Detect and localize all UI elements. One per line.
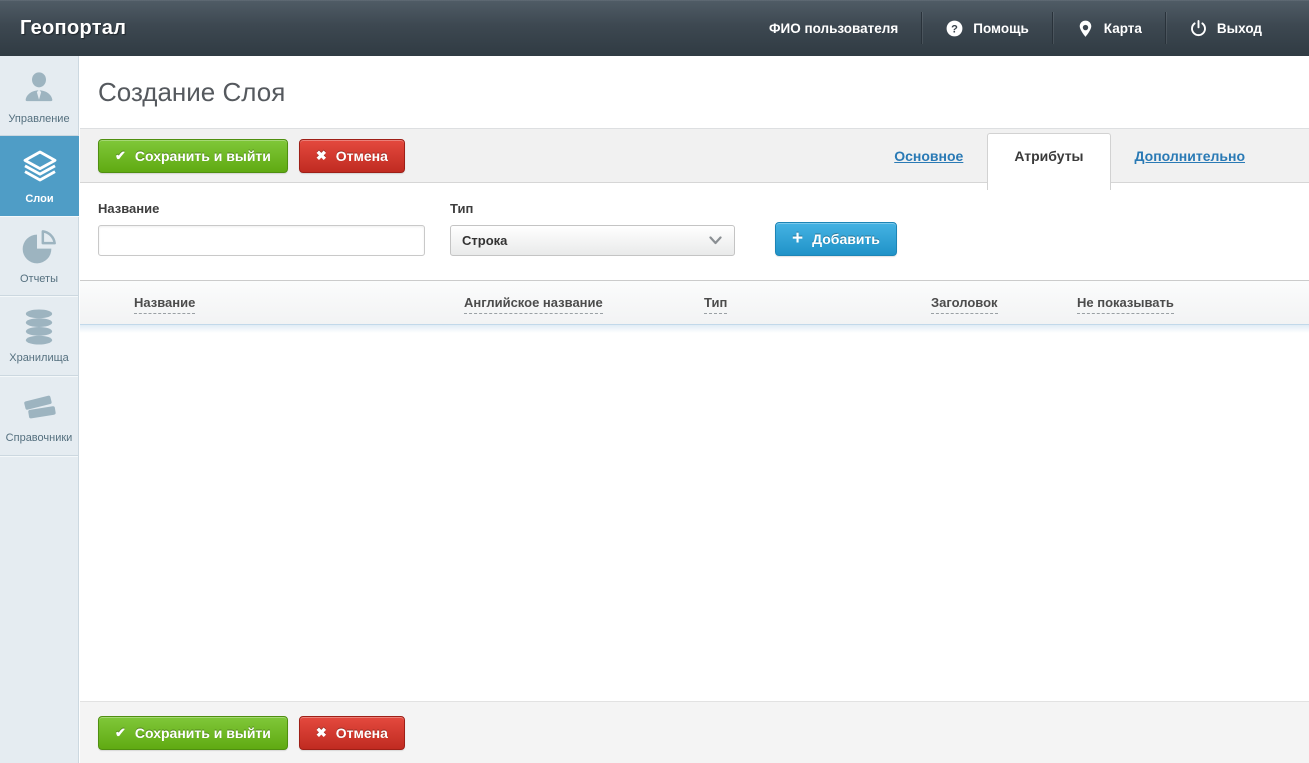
tab-attributes[interactable]: Атрибуты — [987, 133, 1110, 190]
header-nav: ФИО пользователя ? Помощь Карта Выход — [746, 0, 1309, 56]
cross-icon: ✖ — [316, 726, 327, 739]
sidebar-item-label: Слои — [25, 194, 53, 205]
top-toolbar: ✔ Сохранить и выйти ✖ Отмена Основное Ат… — [80, 129, 1309, 183]
column-header-english-name-label[interactable]: Английское название — [464, 295, 603, 314]
cancel-button-bottom[interactable]: ✖ Отмена — [299, 716, 405, 750]
column-header-name: Название — [134, 295, 464, 310]
cancel-button[interactable]: ✖ Отмена — [299, 139, 405, 173]
name-field-label: Название — [98, 201, 425, 216]
type-select-value: Строка — [462, 233, 507, 248]
help-button[interactable]: ? Помощь — [922, 0, 1052, 56]
save-and-exit-button[interactable]: ✔ Сохранить и выйти — [98, 139, 288, 173]
column-header-title: Заголовок — [931, 295, 1077, 310]
sidebar-item-reports[interactable]: Отчеты — [0, 216, 78, 296]
sidebar-item-label: Управление — [8, 114, 69, 125]
map-label: Карта — [1104, 21, 1142, 36]
logout-label: Выход — [1217, 21, 1262, 36]
column-header-name-label[interactable]: Название — [134, 295, 195, 314]
cross-icon: ✖ — [316, 149, 327, 162]
cancel-label: Отмена — [336, 725, 388, 741]
type-field-group: Тип Строка — [450, 201, 735, 256]
attributes-table-body — [80, 325, 1309, 425]
add-button-wrap: + Добавить — [775, 222, 897, 256]
sidebar-item-label: Справочники — [6, 433, 73, 444]
column-header-hide: Не показывать — [1077, 295, 1309, 310]
column-header-type-label[interactable]: Тип — [704, 295, 727, 314]
map-pin-icon — [1076, 19, 1095, 38]
layers-icon — [20, 147, 60, 187]
checkmark-icon: ✔ — [115, 726, 126, 739]
name-input[interactable] — [98, 225, 425, 256]
user-fullname: ФИО пользователя — [746, 0, 921, 56]
sidebar-item-layers[interactable]: Слои — [0, 136, 79, 216]
tab-strip: Основное Атрибуты Дополнительно — [870, 129, 1269, 182]
sidebar-item-storages[interactable]: Хранилища — [0, 296, 78, 376]
svg-text:?: ? — [951, 23, 958, 35]
sidebar-item-label: Хранилища — [9, 353, 69, 364]
page-title-bar: Создание Слоя — [80, 56, 1309, 129]
power-icon — [1189, 19, 1208, 38]
name-field-group: Название — [98, 201, 425, 256]
cancel-label: Отмена — [336, 148, 388, 164]
database-icon — [20, 308, 58, 346]
logout-button[interactable]: Выход — [1166, 0, 1285, 56]
type-select[interactable]: Строка — [450, 225, 735, 256]
user-icon — [19, 67, 59, 107]
help-icon: ? — [945, 19, 964, 38]
tab-main[interactable]: Основное — [870, 148, 987, 164]
attribute-form: Название Тип Строка + Добавить — [80, 183, 1309, 256]
sidebar: Управление Слои Отчеты Хранилища — [0, 56, 79, 763]
save-and-exit-label: Сохранить и выйти — [135, 725, 271, 741]
column-header-type: Тип — [704, 295, 931, 310]
sidebar-item-management[interactable]: Управление — [0, 56, 78, 136]
sidebar-item-label: Отчеты — [20, 274, 58, 285]
attributes-table-header: Название Английское название Тип Заголов… — [80, 280, 1309, 325]
checkmark-icon: ✔ — [115, 149, 126, 162]
column-header-title-label[interactable]: Заголовок — [931, 295, 998, 314]
type-field-label: Тип — [450, 201, 735, 216]
main-content: Создание Слоя ✔ Сохранить и выйти ✖ Отме… — [80, 56, 1309, 763]
add-attribute-button[interactable]: + Добавить — [775, 222, 897, 256]
column-header-english-name: Английское название — [464, 295, 704, 310]
sidebar-item-dictionaries[interactable]: Справочники — [0, 376, 78, 456]
help-label: Помощь — [973, 21, 1029, 36]
page-title: Создание Слоя — [98, 77, 285, 108]
books-icon — [20, 388, 58, 426]
bottom-toolbar: ✔ Сохранить и выйти ✖ Отмена — [80, 701, 1309, 763]
save-and-exit-button-bottom[interactable]: ✔ Сохранить и выйти — [98, 716, 288, 750]
user-fullname-label: ФИО пользователя — [769, 21, 898, 36]
plus-icon: + — [792, 229, 803, 248]
save-and-exit-label: Сохранить и выйти — [135, 148, 271, 164]
pie-chart-icon — [19, 227, 59, 267]
chevron-down-icon — [709, 236, 722, 245]
app-header: Геопортал ФИО пользователя ? Помощь Карт… — [0, 0, 1309, 56]
app-logo-title: Геопортал — [0, 17, 126, 40]
column-header-hide-label[interactable]: Не показывать — [1077, 295, 1174, 314]
tab-extra[interactable]: Дополнительно — [1111, 148, 1269, 164]
map-button[interactable]: Карта — [1053, 0, 1165, 56]
add-attribute-label: Добавить — [812, 231, 880, 247]
